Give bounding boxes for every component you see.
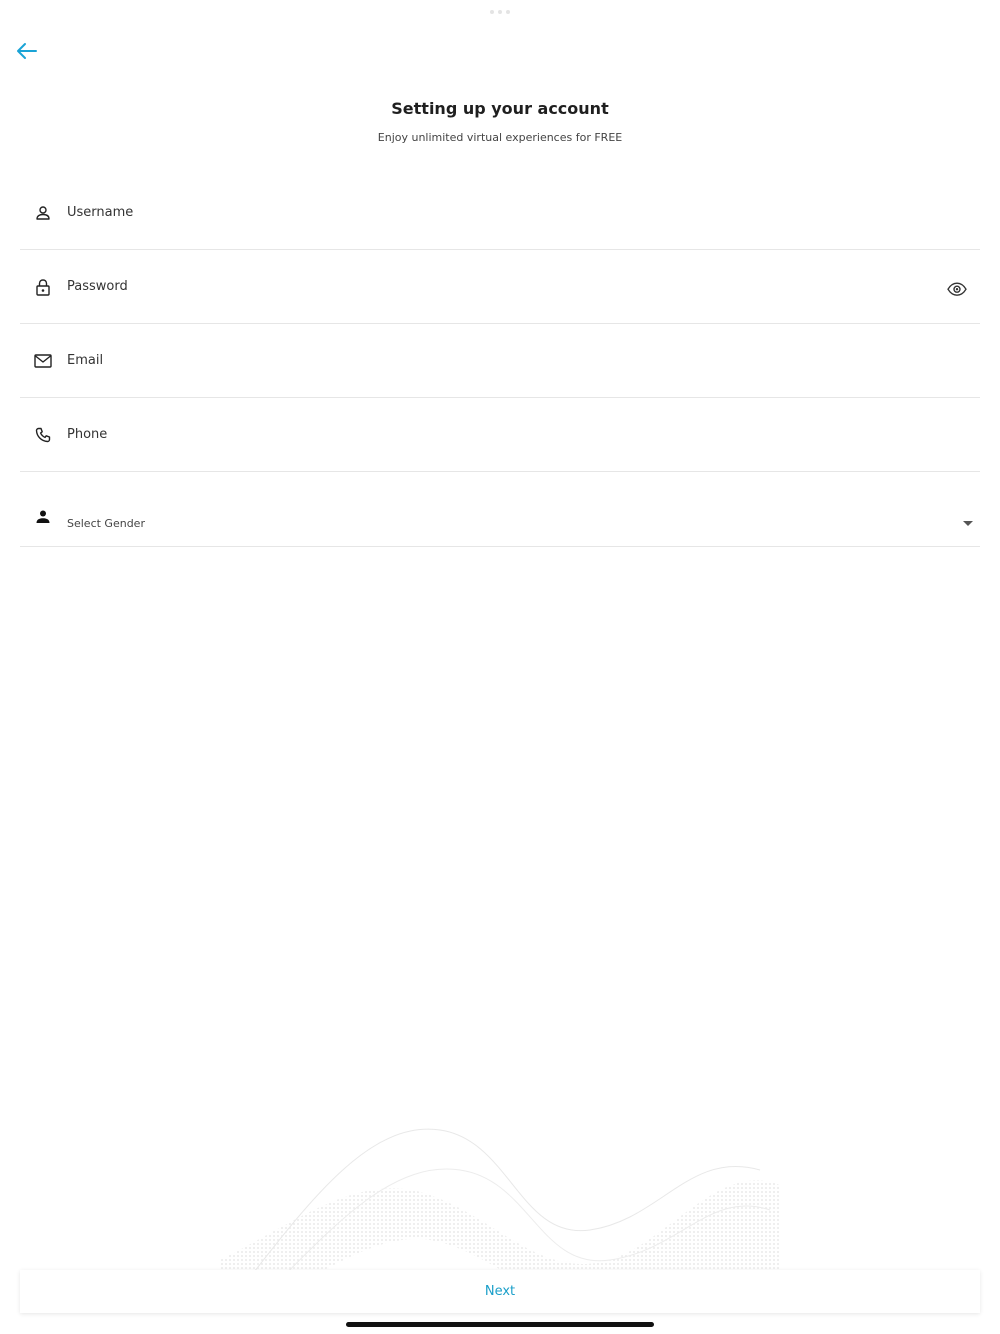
username-field <box>20 176 980 250</box>
page-title: Setting up your account <box>391 99 609 118</box>
dot <box>498 10 502 14</box>
eye-icon[interactable] <box>946 278 968 300</box>
person-icon <box>33 507 53 527</box>
signup-screen: Setting up your account Enjoy unlimited … <box>0 0 1000 1334</box>
gender-select-label: Select Gender <box>67 516 145 530</box>
page-subtitle: Enjoy unlimited virtual experiences for … <box>377 131 623 144</box>
arrow-left-icon <box>17 43 37 59</box>
lock-icon <box>33 277 53 297</box>
mail-icon <box>33 351 53 371</box>
signup-form: Select Gender <box>20 176 980 547</box>
gender-field: Select Gender <box>20 472 980 547</box>
gender-dropdown[interactable]: Select Gender <box>67 472 980 546</box>
phone-field <box>20 398 980 472</box>
phone-input[interactable] <box>67 419 980 450</box>
dot <box>490 10 494 14</box>
next-button[interactable]: Next <box>20 1270 980 1313</box>
password-field <box>20 250 980 324</box>
password-input[interactable] <box>67 271 980 302</box>
phone-icon <box>33 425 53 445</box>
user-icon <box>33 203 53 223</box>
header: Setting up your account Enjoy unlimited … <box>0 96 1000 146</box>
multitasking-dots[interactable] <box>490 10 510 14</box>
dot <box>506 10 510 14</box>
email-field <box>20 324 980 398</box>
email-input[interactable] <box>67 345 980 376</box>
caret-down-icon <box>963 520 973 526</box>
username-input[interactable] <box>67 197 980 228</box>
back-button[interactable] <box>12 36 42 66</box>
home-indicator <box>346 1322 654 1327</box>
